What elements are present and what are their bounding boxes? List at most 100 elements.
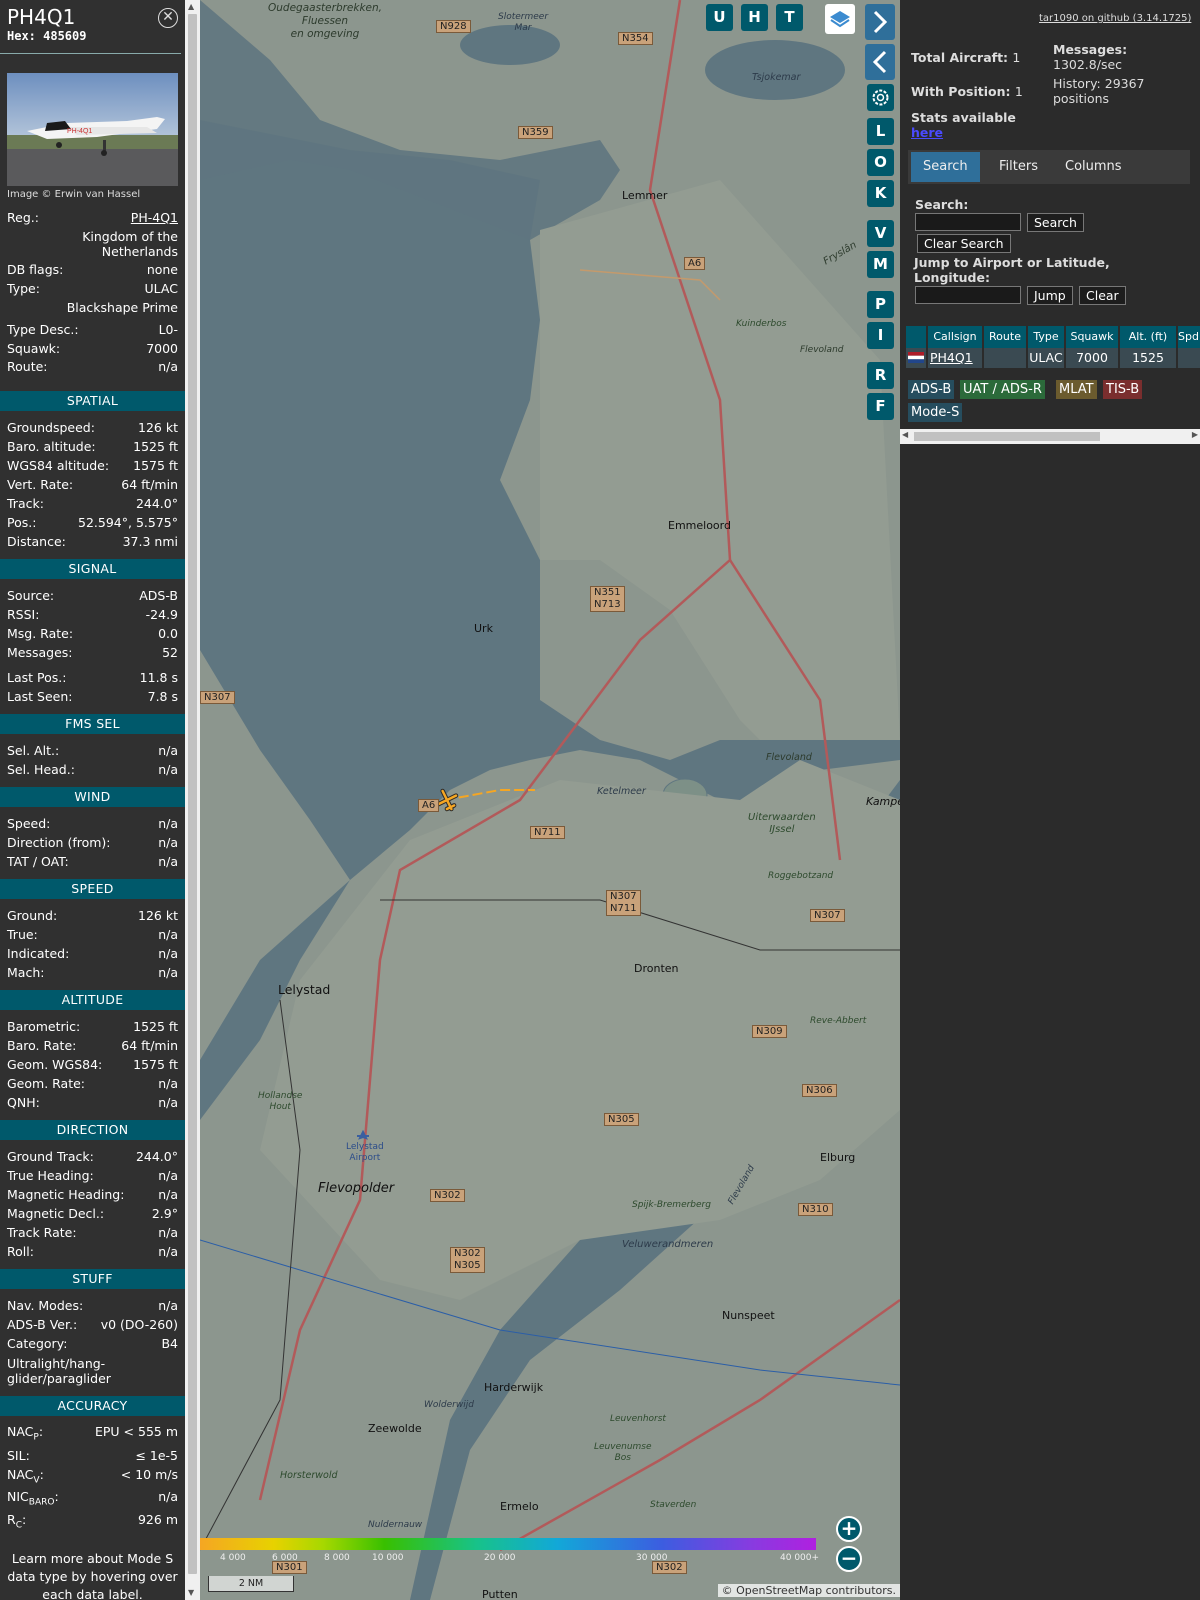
place-uiter-1: Uiterwaarden bbox=[748, 812, 816, 823]
section-spatial: SPATIAL bbox=[0, 391, 185, 411]
brate-label: Baro. Rate: bbox=[7, 1038, 77, 1053]
toggle-t-button[interactable]: T bbox=[776, 4, 803, 31]
collapse-panel-button[interactable] bbox=[865, 44, 895, 80]
place-label: Hollandse Hout bbox=[258, 1091, 302, 1113]
stats-available: Stats available bbox=[911, 110, 1016, 125]
rc-row: RC: 926 m bbox=[7, 1511, 178, 1531]
scroll-up-icon[interactable]: ▲ bbox=[188, 2, 194, 11]
adsbver-value: v0 (DO-260) bbox=[100, 1317, 178, 1332]
true-row: True: n/a bbox=[7, 926, 178, 944]
rssi-label: RSSI: bbox=[7, 607, 40, 622]
toggle-r-button[interactable]: R bbox=[867, 362, 894, 389]
route-value: n/a bbox=[158, 359, 178, 374]
map-attribution[interactable]: © OpenStreetMap contributors. bbox=[717, 1584, 900, 1597]
tab-filters[interactable]: Filters bbox=[987, 152, 1050, 182]
nic-sub: BARO bbox=[28, 1497, 55, 1508]
toggle-o-button[interactable]: O bbox=[867, 149, 894, 176]
toggle-k-button[interactable]: K bbox=[867, 180, 894, 207]
toggle-i-button[interactable]: I bbox=[867, 322, 894, 349]
svg-text:PH-4Q1: PH-4Q1 bbox=[67, 128, 92, 135]
place-label: Leuvenumse Bos bbox=[594, 1442, 652, 1464]
github-link[interactable]: tar1090 on github (3.14.1725) bbox=[1039, 13, 1191, 24]
expand-panel-button[interactable] bbox=[865, 4, 895, 40]
col-speed[interactable]: Spd. bbox=[1178, 326, 1200, 348]
table-hscrollbar[interactable]: ◀ ▶ bbox=[900, 429, 1200, 444]
place-lemmer: Lemmer bbox=[622, 189, 668, 202]
clear-jump-button[interactable]: Clear bbox=[1079, 286, 1126, 305]
map-view[interactable]: Oudegaasterbrekken, Fluessen en omgeving S… bbox=[200, 0, 900, 1600]
col-squawk[interactable]: Squawk bbox=[1066, 326, 1118, 348]
squawk-label: Squawk: bbox=[7, 341, 61, 356]
toggle-v-button[interactable]: V bbox=[867, 220, 894, 247]
gtrack-row: Ground Track: 244.0° bbox=[7, 1148, 178, 1166]
tab-columns[interactable]: Columns bbox=[1053, 152, 1134, 182]
scroll-left-icon[interactable]: ◀ bbox=[902, 430, 908, 439]
nacp-value: EPU < 555 m bbox=[94, 1424, 178, 1439]
search-button[interactable]: Search bbox=[1027, 213, 1084, 232]
toggle-l-button[interactable]: L bbox=[867, 118, 894, 145]
settings-button[interactable] bbox=[867, 84, 894, 111]
scroll-down-icon[interactable]: ▼ bbox=[188, 1588, 194, 1597]
toggle-p-button[interactable]: P bbox=[867, 291, 894, 318]
zoom-in-button[interactable]: + bbox=[836, 1516, 862, 1542]
col-altitude[interactable]: Alt. (ft) bbox=[1120, 326, 1176, 348]
wgs-row: WGS84 altitude: 1575 ft bbox=[7, 457, 178, 475]
close-icon[interactable]: ✕ bbox=[158, 8, 178, 28]
hscroll-thumb[interactable] bbox=[914, 432, 1100, 441]
section-accuracy: ACCURACY bbox=[0, 1396, 185, 1416]
section-fms: FMS SEL bbox=[0, 714, 185, 734]
zoom-out-button[interactable]: − bbox=[836, 1546, 862, 1572]
row-altitude: 1525 bbox=[1120, 348, 1176, 368]
place-harderwijk: Harderwijk bbox=[484, 1381, 544, 1394]
altitude-color-legend bbox=[200, 1538, 816, 1550]
wgs-label: WGS84 altitude: bbox=[7, 458, 110, 473]
src-label: Source: bbox=[7, 588, 55, 603]
learn-line-1: Learn more about Mode S bbox=[11, 1551, 174, 1566]
clear-search-button[interactable]: Clear Search bbox=[917, 234, 1011, 253]
sil-row: SIL: ≤ 1e-5 bbox=[7, 1447, 178, 1465]
dbflags-label: DB flags: bbox=[7, 262, 64, 277]
reg-row: Reg.: PH-4Q1 bbox=[7, 209, 178, 227]
toggle-f-button[interactable]: F bbox=[867, 393, 894, 420]
col-type[interactable]: Type bbox=[1028, 326, 1064, 348]
scrollbar-thumb[interactable] bbox=[188, 14, 197, 1574]
gtrack-label: Ground Track: bbox=[7, 1149, 94, 1164]
place-label: Horsterwold bbox=[280, 1470, 338, 1481]
mhead-row: Magnetic Heading: n/a bbox=[7, 1186, 178, 1204]
vr-label: Vert. Rate: bbox=[7, 477, 74, 492]
mhead-label: Magnetic Heading: bbox=[7, 1187, 125, 1202]
aircraft-photo[interactable]: PH-4Q1 bbox=[7, 73, 178, 186]
typedesc-label: Type Desc.: bbox=[7, 322, 79, 337]
qnh-label: QNH: bbox=[7, 1095, 40, 1110]
toggle-m-button[interactable]: M bbox=[867, 251, 894, 278]
place-zeewolde: Zeewolde bbox=[368, 1422, 422, 1435]
true-value: n/a bbox=[158, 927, 178, 942]
trate-value: n/a bbox=[158, 1225, 178, 1240]
col-callsign[interactable]: Callsign bbox=[928, 326, 982, 348]
stats-link[interactable]: here bbox=[911, 125, 943, 140]
lastpos-label: Last Pos.: bbox=[7, 670, 67, 685]
reg-link[interactable]: PH-4Q1 bbox=[131, 209, 178, 227]
row-callsign[interactable]: PH4Q1 bbox=[928, 348, 982, 368]
sil-value: ≤ 1e-5 bbox=[135, 1448, 178, 1463]
place-label: Leuvenhorst bbox=[610, 1414, 666, 1424]
chevron-right-icon bbox=[873, 10, 888, 34]
tab-search[interactable]: Search bbox=[911, 152, 980, 182]
jump-button[interactable]: Jump bbox=[1027, 286, 1073, 305]
wdir-value: n/a bbox=[158, 835, 178, 850]
nacv-sub: V bbox=[33, 1475, 40, 1486]
layers-button[interactable] bbox=[825, 4, 855, 34]
place-label: Uiterwaarden IJssel bbox=[748, 812, 816, 836]
info-scrollbar[interactable]: ▲ ▼ bbox=[185, 0, 200, 1600]
rssi-value: -24.9 bbox=[145, 607, 178, 622]
src-row: Source: ADS-B bbox=[7, 587, 178, 605]
toggle-u-button[interactable]: U bbox=[706, 4, 733, 31]
search-input[interactable] bbox=[915, 213, 1021, 231]
selhead-row: Sel. Head.: n/a bbox=[7, 761, 178, 779]
history-value: History: 29367 bbox=[1053, 76, 1145, 91]
col-route[interactable]: Route bbox=[984, 326, 1026, 348]
toggle-h-button[interactable]: H bbox=[741, 4, 768, 31]
jump-input[interactable] bbox=[915, 286, 1021, 304]
scroll-right-icon[interactable]: ▶ bbox=[1192, 430, 1198, 439]
road-n305b: N305 bbox=[454, 1260, 481, 1271]
